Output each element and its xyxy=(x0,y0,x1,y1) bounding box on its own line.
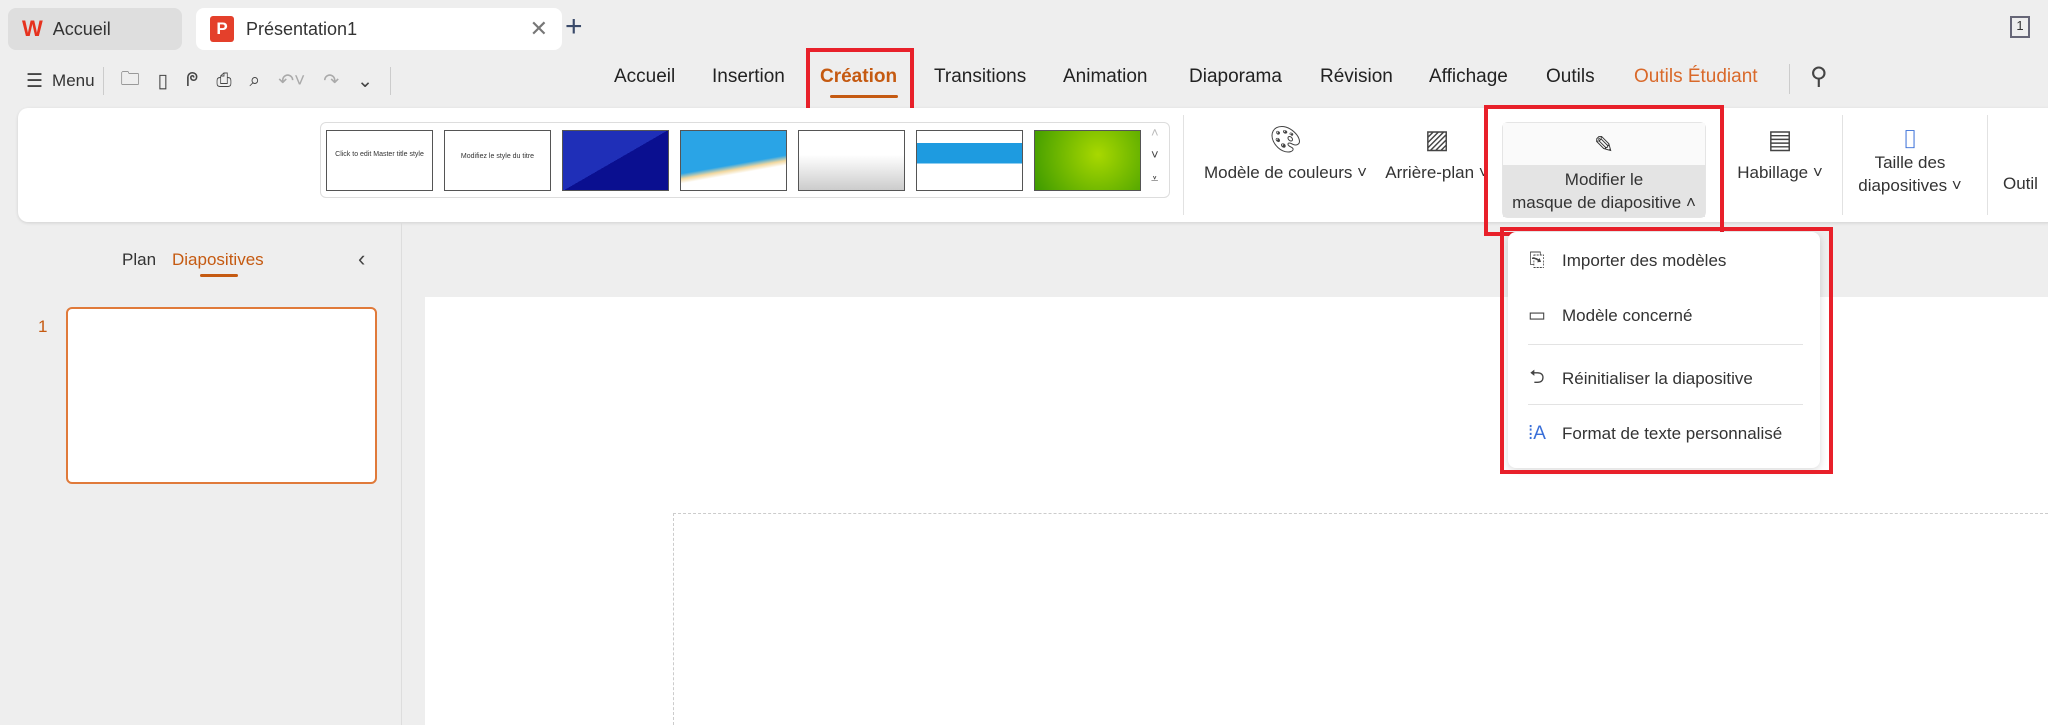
divider xyxy=(1183,115,1184,215)
highlight-box xyxy=(1484,105,1724,236)
tab-outils[interactable]: Outils xyxy=(1546,66,1595,88)
scroll-down-icon[interactable]: ˅ xyxy=(1151,147,1159,162)
slide-number: 1 xyxy=(38,317,48,336)
background-icon: ▨ xyxy=(1424,124,1450,154)
divider xyxy=(102,67,104,95)
theme-thumb[interactable] xyxy=(798,130,905,191)
tab-animation[interactable]: Animation xyxy=(1063,66,1148,88)
tab-home[interactable]: W Accueil xyxy=(8,8,182,50)
menu-button[interactable]: Menu xyxy=(52,71,95,91)
tab-label: Présentation1 xyxy=(246,18,358,39)
new-tab-button[interactable]: + xyxy=(565,10,583,44)
tab-accueil[interactable]: Accueil xyxy=(614,66,675,88)
save-icon[interactable]: ▯ xyxy=(158,70,168,93)
theme-thumb[interactable]: Click to edit Master title style xyxy=(326,130,433,191)
expand-gallery-icon[interactable]: ⩡ xyxy=(1151,171,1158,187)
collapse-panel-icon[interactable]: ‹ xyxy=(358,246,365,272)
tab-revision[interactable]: Révision xyxy=(1320,66,1393,88)
theme-gallery: Click to edit Master title style Modifie… xyxy=(320,122,1170,198)
undo-icon[interactable]: ↶˅ xyxy=(278,70,305,93)
tool-button[interactable]: Outil xyxy=(2003,172,2038,195)
scroll-up-icon[interactable]: ˄ xyxy=(1151,125,1159,140)
layout-icon: ▤ xyxy=(1767,124,1793,154)
layout-button[interactable]: ▤ Habillage ˅ xyxy=(1730,124,1830,184)
tab-label: Accueil xyxy=(52,18,111,39)
tab-plan[interactable]: Plan xyxy=(122,250,156,270)
tab-outils-etudiant[interactable]: Outils Étudiant xyxy=(1634,66,1758,88)
tab-insertion[interactable]: Insertion xyxy=(712,66,785,88)
tab-affichage[interactable]: Affichage xyxy=(1429,66,1508,88)
print-preview-icon[interactable]: ⌕ xyxy=(250,70,261,92)
theme-thumb[interactable] xyxy=(916,130,1023,191)
divider xyxy=(390,67,392,95)
presentation-icon: P xyxy=(210,16,234,42)
panel-divider[interactable] xyxy=(401,222,402,725)
slide-size-button[interactable]: ⌷ Taille des diapositives ˅ xyxy=(1850,124,1970,197)
theme-thumb[interactable] xyxy=(562,130,669,191)
print-icon[interactable]: ⎙ xyxy=(216,70,231,92)
wps-logo-icon: W xyxy=(22,16,43,41)
tab-slides[interactable]: Diapositives xyxy=(172,250,264,270)
tab-transitions[interactable]: Transitions xyxy=(934,66,1026,88)
palette-icon: 🎨︎ xyxy=(1268,124,1302,154)
background-button[interactable]: ▨ Arrière-plan ˅ xyxy=(1382,124,1492,184)
theme-thumb[interactable]: Modifiez le style du titre xyxy=(444,130,551,191)
tab-presentation1[interactable]: P Présentation1 ✕ xyxy=(196,8,562,50)
menu-icon[interactable]: ☰ xyxy=(26,70,43,93)
placeholder-box[interactable] xyxy=(673,513,2048,725)
slide-size-icon: ⌷ xyxy=(1902,124,1918,154)
color-scheme-button[interactable]: 🎨︎ Modèle de couleurs ˅ xyxy=(1198,124,1373,184)
slide-thumbnail[interactable] xyxy=(66,307,377,484)
theme-thumb[interactable] xyxy=(1034,130,1141,191)
divider xyxy=(1987,115,1988,215)
highlight-box xyxy=(1500,227,1833,474)
more-chevron-icon[interactable]: ⌄ xyxy=(357,70,373,93)
divider xyxy=(1842,115,1843,215)
format-painter-icon[interactable]: ᖘ xyxy=(186,70,198,92)
open-folder-icon[interactable]: 🗀 xyxy=(121,65,140,97)
theme-thumb[interactable] xyxy=(680,130,787,191)
active-tab-underline xyxy=(200,274,238,277)
divider xyxy=(1789,64,1790,94)
page-indicator[interactable]: 1 xyxy=(2010,16,2030,38)
tab-diaporama[interactable]: Diaporama xyxy=(1189,66,1282,88)
close-icon[interactable]: ✕ xyxy=(530,16,548,42)
search-icon[interactable]: ⚲ xyxy=(1810,62,1828,91)
redo-icon[interactable]: ↷ xyxy=(323,70,339,93)
